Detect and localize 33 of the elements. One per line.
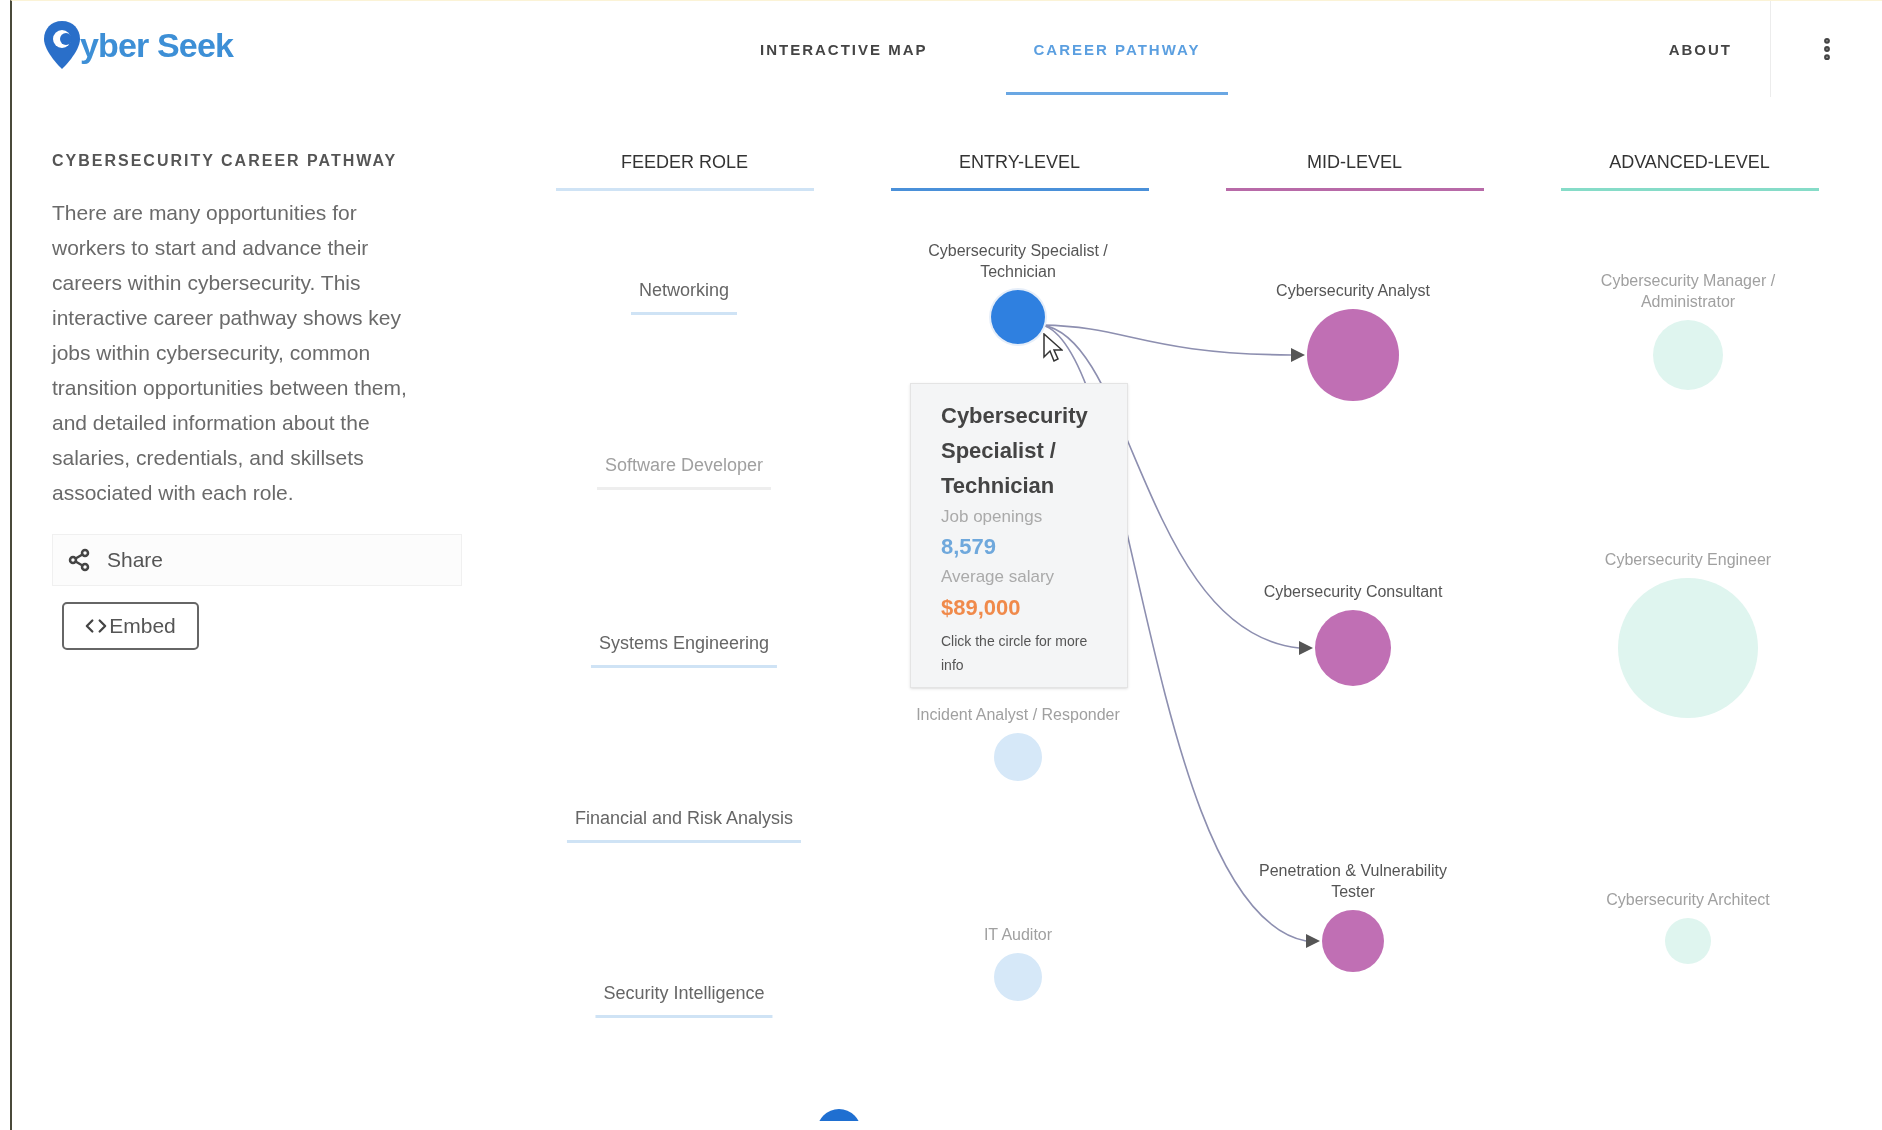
role-label: Cybersecurity Manager / Administrator: [1599, 271, 1777, 312]
role-label: Penetration & Vulnerability Tester: [1258, 861, 1448, 902]
salary-value: $89,000: [941, 594, 1022, 622]
cursor-icon: [1043, 333, 1063, 363]
openings-label: Job openings: [941, 506, 1044, 528]
role-label: Cybersecurity Architect: [1605, 890, 1771, 910]
logo-text: yber Seek: [80, 24, 234, 66]
tooltip-hint: Click the circle for more info: [941, 632, 1089, 675]
about-link[interactable]: ABOUT: [1668, 1, 1732, 62]
feeder-role[interactable]: Systems Engineering: [590, 630, 778, 668]
nav-tab[interactable]: INTERACTIVE MAP: [732, 1, 956, 95]
embed-button[interactable]: Embed: [62, 602, 199, 650]
role-label: Cybersecurity Analyst: [1275, 281, 1431, 301]
role-label: Cybersecurity Consultant: [1262, 582, 1444, 602]
salary-label: Average salary: [941, 566, 1056, 588]
column-header: ADVANCED-LEVEL: [1560, 149, 1819, 191]
feeder-role[interactable]: Financial and Risk Analysis: [566, 805, 802, 843]
column-header: MID-LEVEL: [1225, 149, 1484, 191]
column-header: ENTRY-LEVEL: [890, 149, 1149, 191]
role-label: IT Auditor: [982, 925, 1054, 945]
description-text: There are many opportunities for workers to start and advance their careers within cybersecurity. This interactive career pathway shows key jobs within cybersecurity, common transition opportunities between them, and detailed information about the salaries, credentials, and skillsets associated with each role.: [52, 200, 408, 506]
section-heading: CYBERSECURITY CAREER PATHWAY: [52, 151, 399, 171]
tooltip-title: Cybersecurity Specialist / Technician: [941, 402, 1089, 500]
feeder-role[interactable]: Networking: [631, 277, 737, 315]
role-label: Cybersecurity Specialist / Technician: [927, 241, 1109, 282]
share-icon: [67, 548, 91, 572]
openings-value: 8,579: [941, 533, 998, 561]
share-button[interactable]: Share: [52, 534, 462, 586]
column-header: FEEDER ROLE: [555, 149, 814, 191]
location-pin-icon: [42, 19, 82, 71]
feeder-role[interactable]: Security Intelligence: [595, 980, 773, 1018]
role-label: Cybersecurity Engineer: [1603, 550, 1773, 570]
role-label: Incident Analyst / Responder: [915, 705, 1121, 725]
